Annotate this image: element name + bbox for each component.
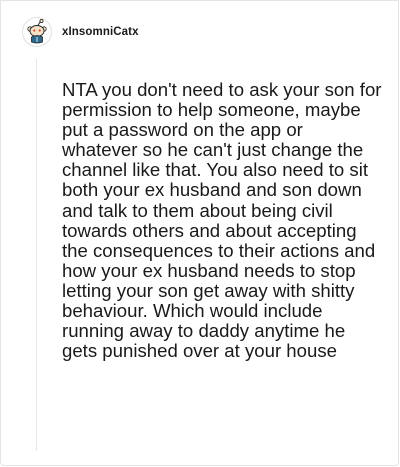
comment-card: xInsomniCatx NTA you don't need to ask y… (0, 0, 399, 466)
thread-collapse-line[interactable] (36, 59, 37, 451)
user-avatar-icon[interactable] (22, 17, 52, 47)
comment-body-text: NTA you don't need to ask your son for p… (62, 79, 382, 362)
comment-author-username[interactable]: xInsomniCatx (62, 26, 139, 38)
reddit-snoo-avatar-icon (22, 17, 52, 47)
